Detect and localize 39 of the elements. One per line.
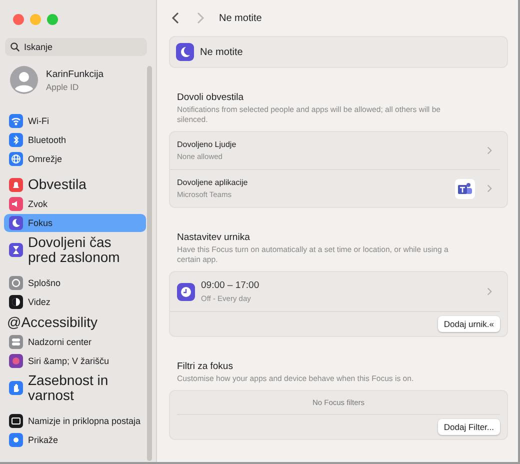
zoom-button[interactable] xyxy=(47,14,58,24)
back-icon[interactable] xyxy=(171,11,181,25)
chevron-icon xyxy=(487,146,492,155)
sidebar-item[interactable]: Bluetooth xyxy=(4,131,146,149)
avatar-icon[interactable] xyxy=(10,66,38,94)
chevron-icon xyxy=(487,184,492,193)
chevron-icon xyxy=(487,287,492,296)
scrollbar[interactable] xyxy=(147,66,152,461)
sidebar-item[interactable]: Wi-Fi xyxy=(4,112,146,130)
sidebar-item[interactable]: Zvok xyxy=(4,195,146,213)
section-title: Nastavitev urnika xyxy=(177,232,251,243)
profile-name[interactable]: KarinFunkcija xyxy=(46,68,104,80)
sidebar-item[interactable]: Videz xyxy=(4,293,146,311)
section-title: Dovoli obvestila xyxy=(177,92,245,103)
sidebar-item[interactable]: Fokus xyxy=(4,214,146,232)
close-button[interactable] xyxy=(13,14,24,24)
sidebar-item[interactable]: Dovoljeni čas pred zaslonom xyxy=(4,233,146,267)
sidebar-item[interactable]: Zasebnost in varnost xyxy=(4,371,146,405)
add-schedule-button[interactable]: Dodaj urnik.« xyxy=(438,316,500,332)
sidebar-item[interactable]: Prikaže xyxy=(4,431,146,449)
profile-subtitle: Apple ID xyxy=(46,82,80,92)
sidebar-item[interactable]: Obvestila xyxy=(4,175,146,194)
sidebar-item[interactable]: Omrežje xyxy=(4,150,146,168)
sidebar-item[interactable]: Splošno xyxy=(4,274,146,292)
sidebar-item[interactable]: Namizje in priklopna postaja xyxy=(4,412,146,430)
focus-name: Ne motite xyxy=(200,46,243,58)
minimize-button[interactable] xyxy=(30,14,41,24)
app-icon xyxy=(455,178,475,198)
search-icon xyxy=(10,42,20,52)
search-field[interactable]: Iskanje xyxy=(5,38,147,56)
window-title: Ne motite xyxy=(219,12,262,24)
clock-icon xyxy=(177,282,195,300)
moon-icon xyxy=(176,43,194,61)
section-title: Filtri za fokus xyxy=(177,361,234,372)
sidebar-item[interactable]: Siri &amp; V žarišču xyxy=(4,352,146,370)
sidebar-item[interactable]: Nadzorni center xyxy=(4,333,146,351)
add-filter-button[interactable]: Dodaj Filter... xyxy=(438,419,500,435)
sidebar-item[interactable]: @Accessibility xyxy=(4,312,146,332)
forward-icon[interactable] xyxy=(195,11,205,25)
